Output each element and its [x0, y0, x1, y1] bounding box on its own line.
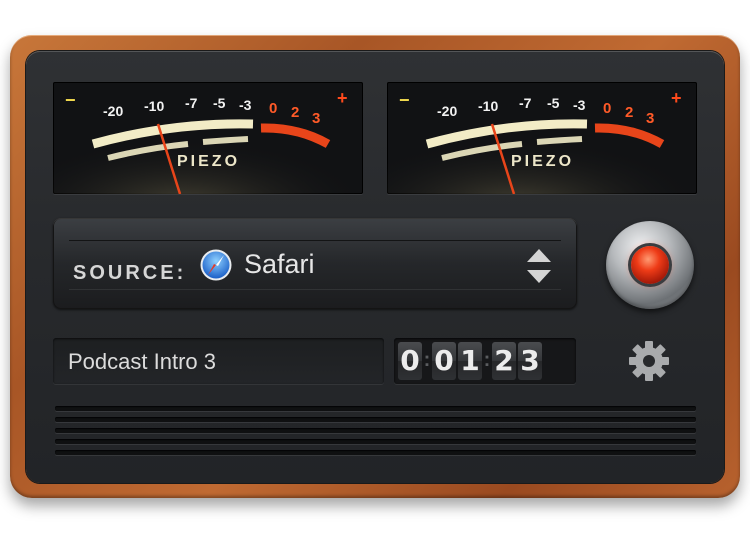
- scale-label: 0: [603, 100, 612, 117]
- source-label: SOURCE:: [73, 262, 187, 284]
- meter-minus-sign: −: [65, 90, 76, 110]
- timer-separator: :: [483, 349, 491, 371]
- scale-label: 2: [625, 104, 634, 121]
- timer-separator: :: [423, 349, 431, 371]
- scale-label: 2: [291, 104, 300, 121]
- safari-icon: [200, 249, 232, 281]
- scale-label: -7: [519, 95, 532, 111]
- scale-label: -20: [437, 103, 458, 119]
- grille-slot: [55, 439, 696, 444]
- scale-label: -3: [239, 97, 252, 113]
- scale-label: 3: [646, 110, 655, 127]
- timer-digit: 3: [518, 342, 542, 380]
- grille-slot: [55, 428, 696, 433]
- scale-label: -20: [103, 103, 124, 119]
- scale-label: 0: [269, 100, 278, 117]
- scale-label: 3: [312, 110, 321, 127]
- meter-brand-label: PIEZO: [177, 153, 241, 170]
- grille-slot: [55, 406, 696, 411]
- record-button[interactable]: [606, 221, 694, 309]
- vu-meter-left: − + -20 -10 -7 -5 -3 0 2 3 PIEZO: [53, 82, 363, 194]
- timer-digit: 0: [398, 342, 422, 380]
- up-down-stepper-icon[interactable]: [524, 246, 554, 286]
- meter-plus-sign: +: [671, 88, 682, 108]
- scale-label: -10: [144, 98, 165, 114]
- scale-label: -5: [213, 95, 226, 111]
- grille-slot: [55, 417, 696, 422]
- elapsed-timer: 0 : 0 1 : 2 3: [394, 338, 576, 384]
- record-icon: [631, 246, 669, 284]
- recording-title-text: Podcast Intro 3: [68, 349, 216, 374]
- meter-minus-sign: −: [399, 90, 410, 110]
- timer-digit: 1: [458, 342, 482, 380]
- vu-meter-left-graphic: [53, 82, 363, 194]
- meter-brand-label: PIEZO: [511, 153, 575, 170]
- grille-slot: [55, 450, 696, 455]
- recording-title-field[interactable]: Podcast Intro 3: [53, 338, 384, 384]
- scale-label: -3: [573, 97, 586, 113]
- gear-icon[interactable]: [628, 340, 670, 382]
- vu-meter-right: − + -20 -10 -7 -5 -3 0 2 3 PIEZO: [387, 82, 697, 194]
- vu-meter-right-graphic: [387, 82, 697, 194]
- meter-plus-sign: +: [337, 88, 348, 108]
- scale-label: -7: [185, 95, 198, 111]
- speaker-grille: [55, 406, 696, 461]
- scale-label: -5: [547, 95, 560, 111]
- scale-label: -10: [478, 98, 499, 114]
- timer-digit: 0: [432, 342, 456, 380]
- source-value: Safari: [244, 249, 315, 279]
- timer-digit: 2: [492, 342, 516, 380]
